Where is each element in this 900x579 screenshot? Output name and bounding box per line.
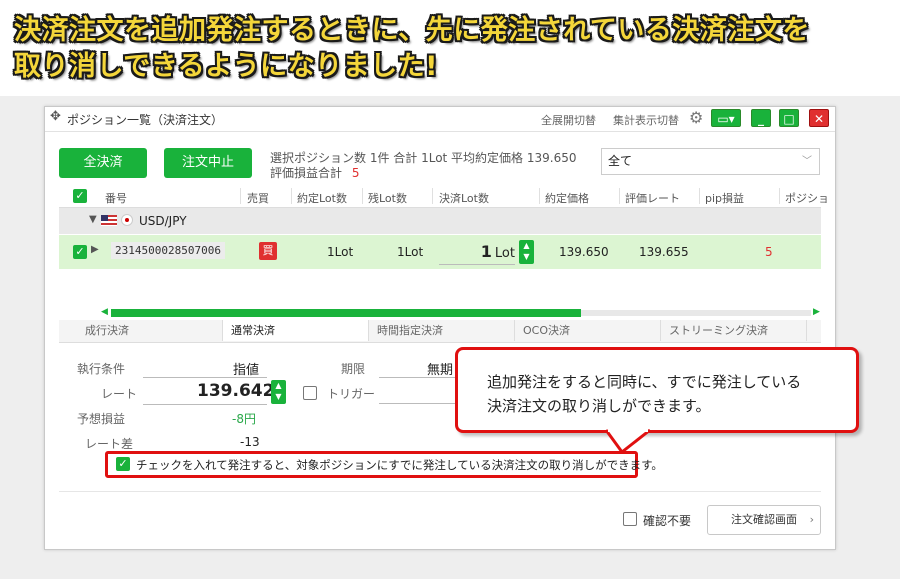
tab-streaming[interactable]: ストリーミング決済 (661, 320, 807, 341)
scroll-left-icon[interactable]: ◀ (101, 307, 108, 317)
pip-value: 5 (765, 245, 773, 259)
callout-line-1: 追加発注をすると同時に、すでに発注している (487, 373, 802, 391)
move-icon[interactable]: ✥ (50, 110, 64, 124)
pl-summary: 評価損益合計 5 (270, 164, 359, 181)
cancel-existing-order-option[interactable]: ✓ チェックを入れて発注すると、対象ポジションにすでに発注している決済注文の取り… (105, 451, 663, 478)
tab-oco[interactable]: OCO決済 (515, 320, 661, 341)
tab-normal[interactable]: 通常決済 (223, 320, 369, 341)
settle-all-button[interactable]: 全決済 (59, 148, 147, 178)
col-number: 番号 (105, 192, 127, 205)
col-pip: pip損益 (705, 192, 745, 205)
filter-select[interactable]: 全て ﹀ (601, 148, 820, 175)
position-list-window: ✥ ポジション一覧（決済注文） 全展開切替 集計表示切替 ⚙ ▭▾ _ □ ✕ … (44, 106, 836, 550)
col-remaining-lot: 残Lot数 (368, 192, 407, 205)
cancel-existing-checkbox[interactable]: ✓ (116, 457, 130, 471)
cancel-order-button[interactable]: 注文中止 (164, 148, 252, 178)
settle-lot-input[interactable]: 1 Lot (439, 239, 515, 265)
col-rate: 評価レート (625, 192, 680, 205)
no-confirm-label: 確認不要 (643, 514, 692, 528)
rate-label: レート (101, 387, 138, 401)
rate-input[interactable]: 139.642 (197, 381, 274, 401)
tab-market[interactable]: 成行決済 (77, 320, 223, 341)
gear-icon[interactable]: ⚙ (689, 108, 703, 127)
minimize-button[interactable]: _ (751, 109, 771, 127)
scroll-thumb[interactable] (111, 309, 581, 317)
rate-stepper[interactable]: ▲ ▼ (271, 380, 286, 404)
collapse-icon[interactable]: ▼ (89, 214, 97, 225)
position-id: 2314500028507006 (111, 242, 225, 259)
group-row[interactable]: ▼ USD/JPY (59, 208, 821, 234)
rate-diff-label: レート差 (85, 437, 134, 451)
col-price: 約定価格 (545, 192, 589, 205)
us-flag-icon (101, 215, 117, 226)
expand-toggle-link[interactable]: 全展開切替 (541, 112, 596, 128)
summary-toggle-link[interactable]: 集計表示切替 (613, 112, 679, 128)
table-row[interactable]: ✓ ▶ 2314500028507006 買 1Lot 1Lot 1 Lot ▲ ▼… (59, 235, 821, 269)
cond-select[interactable]: 指値 (233, 359, 259, 378)
callout-bubble: 追加発注をすると同時に、すでに発注している 決済注文の取り消しができます。 (455, 347, 859, 433)
expected-pl-value: -8円 (232, 412, 256, 426)
cancel-existing-label: チェックを入れて発注すると、対象ポジションにすでに発注している決済注文の取り消し… (136, 458, 663, 472)
col-side: 売買 (247, 192, 269, 205)
headline-line-1: 決済注文を追加発注するときに、先に発注されている決済注文を (14, 15, 810, 46)
expiry-select[interactable]: 無期 (427, 359, 453, 378)
order-type-tabs: 成行決済 通常決済 時間指定決済 OCO決済 ストリーミング決済 (59, 320, 821, 343)
no-confirm-checkbox[interactable] (623, 512, 637, 526)
confirm-screen-button[interactable]: 注文確認画面 › (707, 505, 821, 535)
expected-pl-label: 予想損益 (77, 412, 126, 426)
row-checkbox[interactable]: ✓ (73, 245, 87, 259)
currency-pair: USD/JPY (139, 214, 187, 228)
buy-badge: 買 (259, 242, 277, 260)
cond-label: 執行条件 (77, 362, 126, 376)
headline-line-2: 取り消しできるようになりました! (14, 51, 438, 82)
filter-value: 全て (608, 154, 633, 168)
table-header: ✓ 番号 売買 約定Lot数 残Lot数 決済Lot数 約定価格 評価レート p… (59, 185, 829, 208)
settle-lot-number: 1 (480, 242, 492, 261)
remaining-lot: 1Lot (397, 245, 424, 259)
price-value: 139.650 (559, 245, 609, 259)
lot-stepper[interactable]: ▲ ▼ (519, 240, 534, 264)
select-all-checkbox[interactable]: ✓ (73, 189, 87, 203)
trigger-label: トリガー (327, 387, 376, 401)
horizontal-scrollbar[interactable]: ◀ ▶ (101, 307, 823, 318)
scroll-right-icon[interactable]: ▶ (813, 307, 820, 317)
callout-text: 追加発注をすると同時に、すでに発注している 決済注文の取り消しができます。 (487, 370, 801, 418)
title-bar[interactable]: ✥ ポジション一覧（決済注文） 全展開切替 集計表示切替 ⚙ ▭▾ _ □ ✕ (45, 107, 835, 132)
tab-time[interactable]: 時間指定決済 (369, 320, 515, 341)
jp-flag-icon (121, 214, 133, 226)
col-settle-lot: 決済Lot数 (439, 192, 489, 205)
col-position: ポジショ (785, 192, 829, 205)
window-menu-button[interactable]: ▭▾ (711, 109, 741, 127)
callout-line-2: 決済注文の取り消しができます。 (487, 397, 711, 415)
col-filled-lot: 約定Lot数 (297, 192, 347, 205)
maximize-button[interactable]: □ (779, 109, 799, 127)
rate-diff-value: -13 (240, 435, 260, 449)
expiry-label: 期限 (341, 362, 366, 376)
confirm-screen-label: 注文確認画面 (731, 513, 797, 526)
close-button[interactable]: ✕ (809, 109, 829, 127)
expand-row-icon[interactable]: ▶ (91, 244, 99, 255)
pl-label: 評価損益合計 (270, 166, 343, 180)
chevron-right-icon: › (809, 513, 814, 526)
rate-value: 139.655 (639, 245, 689, 259)
trigger-checkbox[interactable] (303, 386, 317, 400)
filled-lot: 1Lot (327, 245, 354, 259)
window-title: ポジション一覧（決済注文） (67, 113, 224, 127)
divider (59, 491, 821, 492)
chevron-down-icon: ﹀ (802, 156, 812, 167)
pl-value: 5 (351, 166, 360, 180)
callout-pointer (604, 428, 651, 454)
settle-lot-unit: Lot (494, 246, 515, 261)
